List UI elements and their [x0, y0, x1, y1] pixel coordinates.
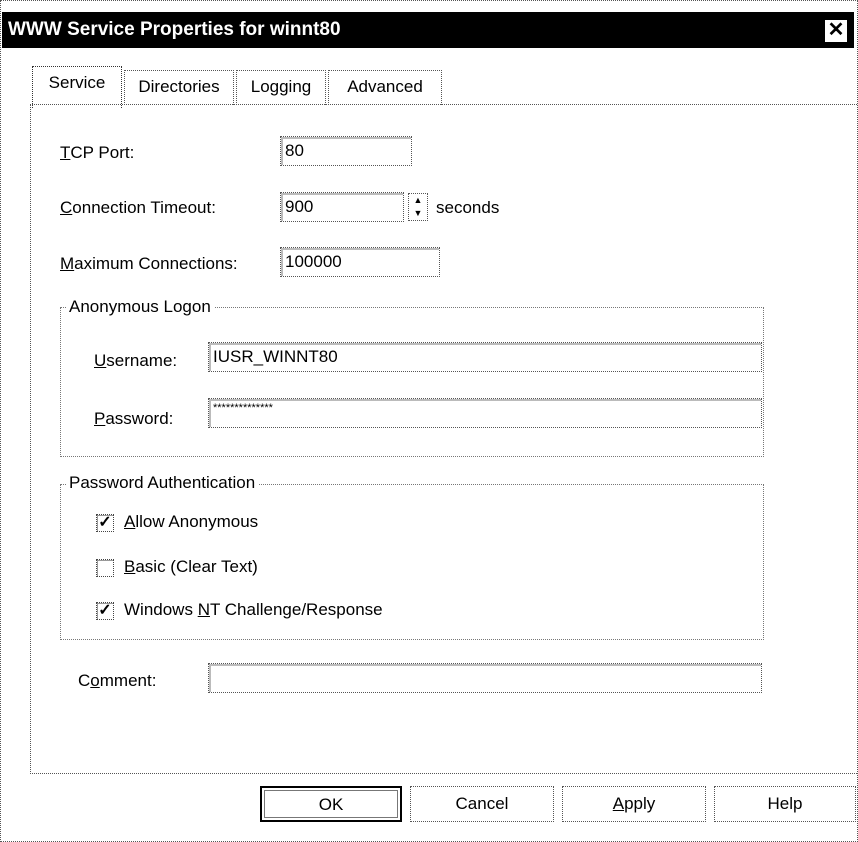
username-input[interactable]: IUSR_WINNT80	[208, 342, 762, 372]
tab-service-label: Service	[48, 73, 106, 92]
tab-logging-label: Logging	[250, 77, 312, 96]
allow-anonymous-label[interactable]: Allow Anonymous	[124, 511, 258, 533]
username-label: Username:	[94, 351, 178, 370]
basic-auth-label[interactable]: Basic (Clear Text)	[124, 556, 258, 578]
spin-up-icon[interactable]: ▲	[409, 194, 427, 207]
spin-down-icon[interactable]: ▼	[409, 207, 427, 220]
close-button[interactable]: ✕	[824, 19, 848, 43]
help-button[interactable]: Help	[714, 786, 856, 822]
allow-anonymous-checkbox[interactable]: ✓	[96, 514, 114, 532]
max-connections-input[interactable]: 100000	[280, 247, 440, 277]
check-icon: ✓	[98, 514, 112, 531]
timeout-unit-label: seconds	[436, 198, 500, 217]
basic-auth-checkbox[interactable]	[96, 559, 114, 577]
anonymous-logon-title: Anonymous Logon	[66, 296, 214, 318]
tab-advanced-label: Advanced	[347, 77, 423, 96]
anonymous-logon-group	[60, 307, 764, 457]
tab-advanced[interactable]: Advanced	[328, 70, 442, 105]
password-label: Password:	[94, 409, 174, 428]
connection-timeout-spinner[interactable]: ▲ ▼	[408, 193, 428, 221]
apply-button[interactable]: Apply	[562, 786, 706, 822]
cancel-button[interactable]: Cancel	[410, 786, 554, 822]
connection-timeout-label: Connection Timeout:	[60, 198, 216, 217]
tab-logging[interactable]: Logging	[236, 70, 326, 105]
nt-challenge-checkbox[interactable]: ✓	[96, 602, 114, 620]
window-title: WWW Service Properties for winnt80	[8, 19, 341, 40]
password-input[interactable]: **************	[208, 398, 762, 428]
tab-directories[interactable]: Directories	[124, 70, 234, 105]
password-auth-title: Password Authentication	[66, 472, 259, 494]
tcp-port-input[interactable]: 80	[280, 136, 412, 166]
check-icon: ✓	[98, 602, 112, 619]
max-connections-label: Maximum Connections:	[60, 254, 238, 273]
close-icon: ✕	[827, 19, 845, 41]
tcp-port-label: TCP Port:	[60, 143, 135, 162]
title-bar[interactable]: WWW Service Properties for winnt80 ✕	[2, 12, 854, 48]
comment-label: Comment:	[78, 671, 157, 690]
nt-challenge-label[interactable]: Windows NT Challenge/Response	[124, 599, 383, 621]
tab-service[interactable]: Service	[32, 66, 122, 109]
ok-button[interactable]: OK	[260, 786, 402, 822]
tab-directories-label: Directories	[138, 77, 220, 96]
connection-timeout-input[interactable]: 900	[280, 192, 404, 222]
comment-input[interactable]	[208, 663, 762, 693]
